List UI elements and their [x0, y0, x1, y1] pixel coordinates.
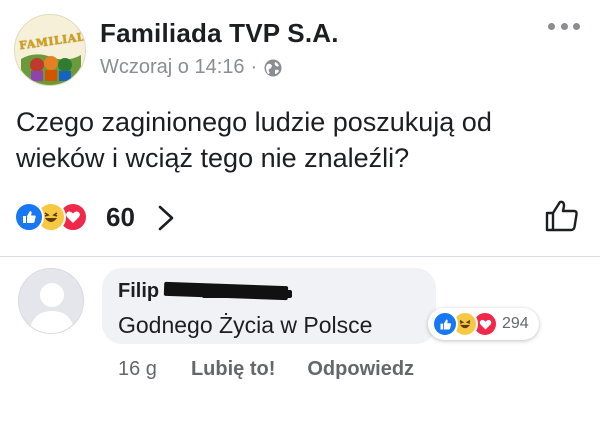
comment-time[interactable]: 16 g	[118, 358, 157, 381]
reaction-count[interactable]: 60	[106, 202, 135, 232]
more-dot	[560, 22, 568, 30]
page-name-link[interactable]: Familiada TVP S.A.	[100, 18, 339, 49]
more-dot	[573, 22, 580, 30]
more-dots-icon	[548, 22, 555, 30]
reaction-icons[interactable]	[14, 202, 88, 232]
post-header: FAMILIADA Familiada TVP S.A. Wczoraj o 1…	[14, 12, 586, 92]
more-options-button[interactable]	[548, 16, 580, 36]
comment-reactions[interactable]: 294	[428, 308, 539, 340]
like-reaction-icon	[14, 202, 44, 232]
divider	[0, 256, 600, 257]
post-reactions-bar[interactable]: 60	[14, 198, 586, 238]
redaction-mark	[202, 290, 292, 298]
page-avatar[interactable]: FAMILIADA	[14, 14, 86, 86]
post-meta: Wczoraj o 14:16 ·	[100, 56, 283, 79]
post-timestamp[interactable]: Wczoraj o 14:16	[100, 56, 245, 79]
comment-like-button[interactable]: Lubię to!	[191, 358, 275, 381]
like-reaction-icon	[432, 311, 458, 337]
meta-separator: ·	[250, 56, 258, 78]
comment: Filip Godnego Życia w Polsce 294 16 g Lu…	[14, 268, 586, 388]
comment-bubble: Filip Godnego Życia w Polsce	[102, 268, 436, 344]
comment-actions: 16 g Lubię to! Odpowiedz	[118, 358, 414, 381]
comment-reaction-count: 294	[502, 315, 529, 332]
post-text: Czego zaginionego ludzie poszukują od wi…	[16, 107, 492, 173]
comment-text: Godnego Życia w Polsce	[118, 312, 373, 338]
comment-author[interactable]: Filip	[118, 280, 159, 303]
commenter-avatar[interactable]	[18, 268, 84, 334]
like-post-button[interactable]	[544, 198, 580, 234]
comment-reply-button[interactable]: Odpowiedz	[307, 358, 414, 381]
chevron-right-icon[interactable]	[154, 204, 178, 232]
globe-icon[interactable]	[263, 58, 283, 78]
thumbs-up-icon	[545, 200, 578, 232]
